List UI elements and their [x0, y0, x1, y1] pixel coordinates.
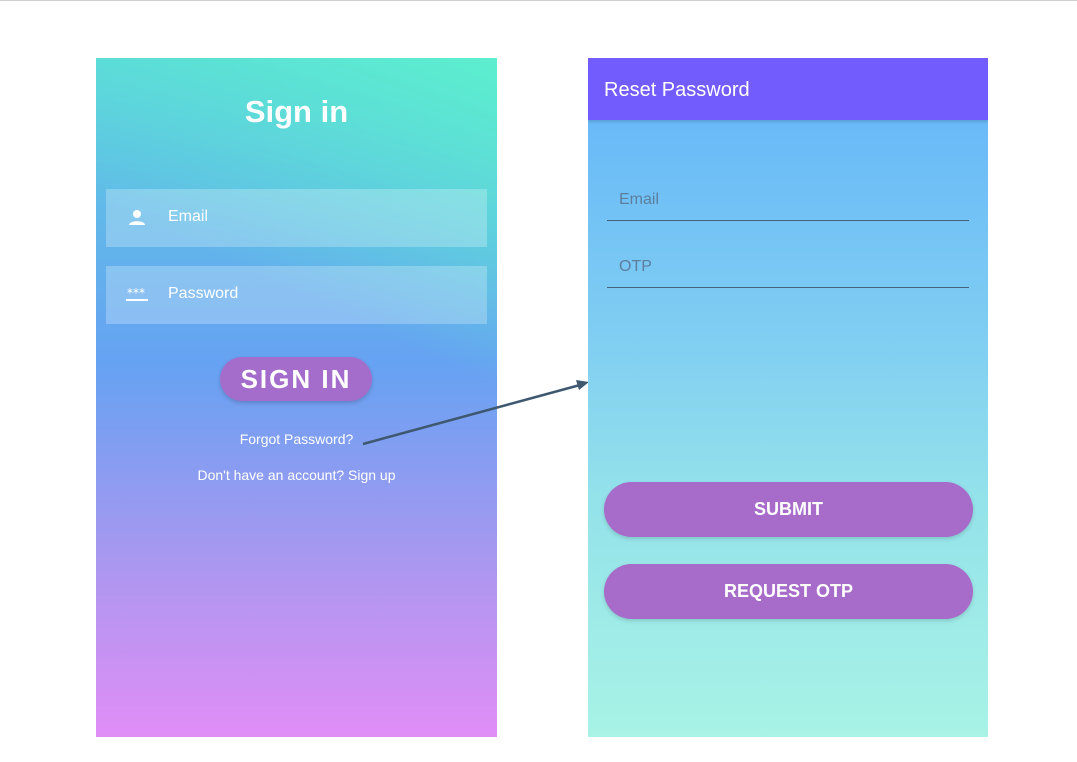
top-divider — [0, 0, 1077, 1]
email-placeholder: Email — [168, 208, 209, 225]
password-placeholder: Password — [168, 285, 239, 302]
person-icon — [126, 209, 148, 227]
reset-title: Reset Password — [604, 79, 750, 101]
password-dots-icon: *** — [126, 286, 148, 304]
otp-input-placeholder: OTP — [619, 258, 652, 275]
submit-button[interactable]: SUBMIT — [604, 482, 973, 537]
email-input[interactable]: Email — [607, 185, 969, 221]
signup-link[interactable]: Don't have an account? Sign up — [96, 467, 497, 483]
email-field[interactable]: Email — [106, 189, 487, 247]
signin-title: Sign in — [244, 94, 349, 129]
otp-underline — [607, 287, 969, 288]
reset-password-screen: Reset Password Email OTP SUBMIT REQUEST … — [588, 58, 988, 737]
flow-arrow — [362, 380, 589, 446]
password-field[interactable]: *** Password — [106, 266, 487, 324]
svg-text:***: *** — [127, 286, 145, 300]
app-bar: Reset Password — [588, 58, 988, 120]
email-input-placeholder: Email — [619, 191, 660, 208]
signin-button[interactable]: SIGN IN — [220, 357, 372, 401]
otp-input[interactable]: OTP — [607, 252, 969, 288]
email-underline — [607, 220, 969, 221]
request-otp-button[interactable]: REQUEST OTP — [604, 564, 973, 619]
